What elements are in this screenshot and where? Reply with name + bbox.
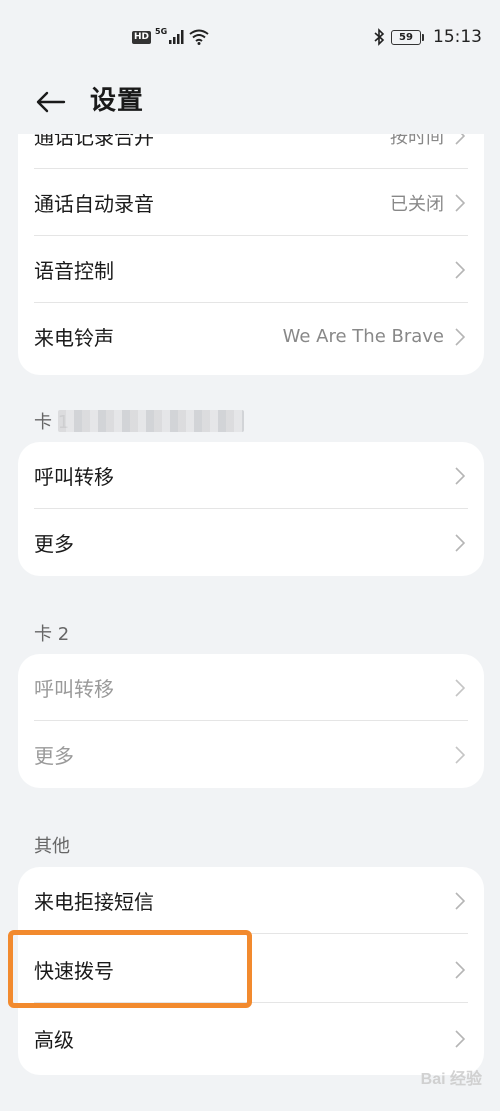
header: 设置 <box>0 72 500 132</box>
row-label: 更多 <box>34 744 74 768</box>
back-arrow-icon <box>36 91 66 113</box>
row-value: We Are The Brave <box>282 326 444 347</box>
chevron-right-icon <box>454 678 466 698</box>
row-auto-record[interactable]: 通话自动录音 已关闭 <box>18 169 484 236</box>
hd-badge: HD <box>132 30 152 44</box>
status-left: HD 5G <box>132 26 209 48</box>
row-card2-more: 更多 <box>18 721 484 788</box>
battery-icon: 59 <box>391 29 424 45</box>
row-label: 通话记录合并 <box>34 134 154 149</box>
row-speed-dial[interactable]: 快速拨号 <box>18 936 484 1003</box>
call-settings-card: 通话记录合并 按时间 通话自动录音 已关闭 语音控制 来电铃声 We Are T… <box>18 134 484 375</box>
row-label: 快速拨号 <box>34 959 114 983</box>
page-title: 设置 <box>90 86 145 116</box>
wifi-icon <box>189 29 209 45</box>
row-label: 呼叫转移 <box>34 677 114 701</box>
chevron-right-icon <box>454 891 466 911</box>
divider <box>34 933 468 934</box>
row-card1-more[interactable]: 更多 <box>18 509 484 576</box>
row-label: 来电拒接短信 <box>34 890 154 914</box>
row-label: 通话自动录音 <box>34 192 154 216</box>
row-label: 来电铃声 <box>34 326 114 350</box>
card1-settings-card: 呼叫转移 更多 <box>18 442 484 576</box>
settings-list[interactable]: 通话记录合并 按时间 通话自动录音 已关闭 语音控制 来电铃声 We Are T… <box>0 134 500 1111</box>
row-label: 更多 <box>34 532 74 556</box>
chevron-right-icon <box>454 193 466 213</box>
row-reject-sms[interactable]: 来电拒接短信 <box>18 867 484 934</box>
row-card2-call-forwarding: 呼叫转移 <box>18 654 484 721</box>
row-card1-call-forwarding[interactable]: 呼叫转移 <box>18 442 484 509</box>
row-voice-control[interactable]: 语音控制 <box>18 236 484 303</box>
row-advanced[interactable]: 高级 <box>18 1005 484 1072</box>
status-right: 59 15:13 <box>373 26 482 48</box>
row-label: 呼叫转移 <box>34 465 114 489</box>
network-type: 5G <box>155 26 168 36</box>
signal-icon <box>169 30 184 44</box>
chevron-right-icon <box>454 1029 466 1049</box>
back-button[interactable] <box>30 82 70 122</box>
row-label: 高级 <box>34 1028 74 1052</box>
status-bar: HD 5G 59 15:13 <box>0 0 500 72</box>
watermark: Bai 经验 <box>420 1071 482 1088</box>
row-call-log-merge[interactable]: 通话记录合并 按时间 <box>18 134 484 169</box>
chevron-right-icon <box>454 134 466 146</box>
row-value: 按时间 <box>390 134 444 148</box>
battery-level: 59 <box>399 31 413 43</box>
chevron-right-icon <box>454 533 466 553</box>
chevron-right-icon <box>454 466 466 486</box>
clock: 15:13 <box>433 27 482 47</box>
row-label: 语音控制 <box>34 259 114 283</box>
chevron-right-icon <box>454 327 466 347</box>
chevron-right-icon <box>454 260 466 280</box>
row-ringtone[interactable]: 来电铃声 We Are The Brave <box>18 303 484 370</box>
section-label-card2: 卡 2 <box>34 624 70 645</box>
row-value: 已关闭 <box>390 193 444 215</box>
card2-settings-card: 呼叫转移 更多 <box>18 654 484 788</box>
other-settings-card: 来电拒接短信 快速拨号 高级 <box>18 867 484 1075</box>
divider <box>34 1002 468 1003</box>
redacted-number <box>58 410 244 432</box>
chevron-right-icon <box>454 745 466 765</box>
bluetooth-icon <box>374 28 385 46</box>
chevron-right-icon <box>454 960 466 980</box>
section-label-other: 其他 <box>34 836 70 857</box>
